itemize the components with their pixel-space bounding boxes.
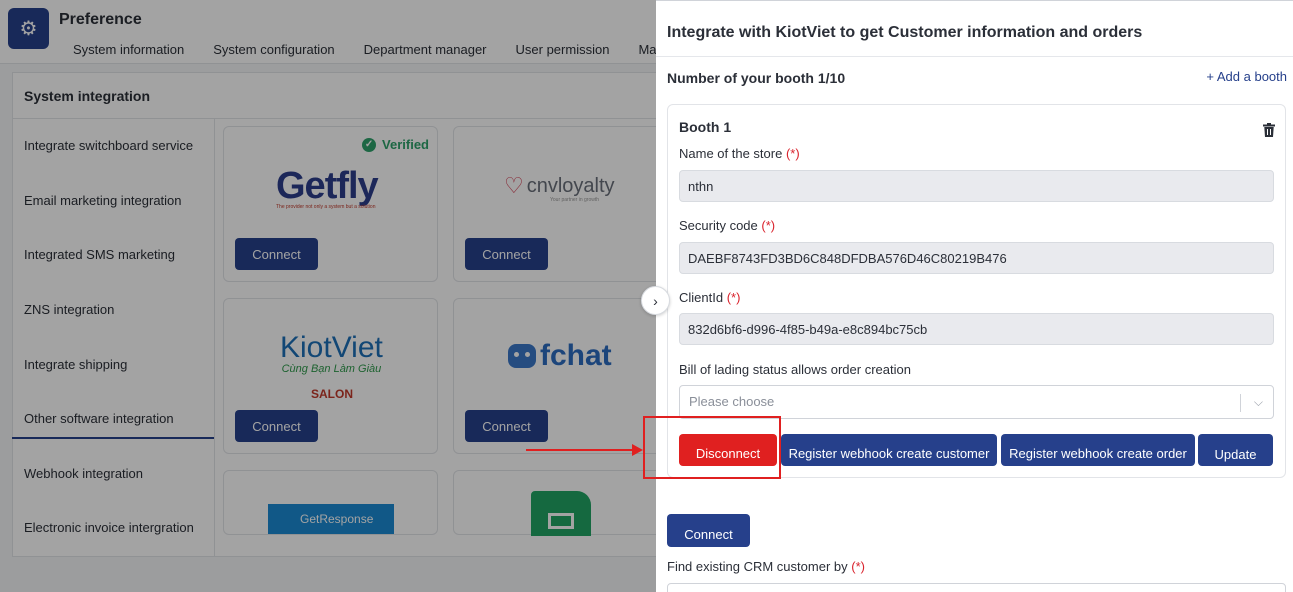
security-code-field[interactable] bbox=[679, 242, 1274, 274]
connect-button[interactable]: Connect bbox=[667, 514, 750, 547]
trash-icon[interactable] bbox=[1263, 123, 1275, 137]
client-id-label: ClientId (*) bbox=[679, 290, 741, 305]
register-webhook-customer-button[interactable]: Register webhook create customer bbox=[781, 434, 997, 466]
bill-status-select[interactable]: Please choose ⌵ bbox=[679, 385, 1274, 419]
chevron-down-icon: ⌵ bbox=[1253, 395, 1263, 409]
panel-title: Integrate with KiotViet to get Customer … bbox=[667, 24, 1143, 41]
modal-backdrop[interactable] bbox=[0, 0, 656, 592]
client-id-field[interactable] bbox=[679, 313, 1274, 345]
find-customer-label: Find existing CRM customer by (*) bbox=[667, 559, 865, 574]
arrow-annotation bbox=[526, 449, 634, 451]
select-placeholder: Please choose bbox=[689, 394, 775, 409]
highlight-annotation bbox=[643, 416, 781, 479]
find-customer-select[interactable] bbox=[667, 583, 1286, 592]
register-webhook-order-button[interactable]: Register webhook create order bbox=[1001, 434, 1195, 466]
update-button[interactable]: Update bbox=[1198, 434, 1273, 466]
chevron-right-icon[interactable]: › bbox=[641, 286, 670, 315]
booth-count: Number of your booth 1/10 bbox=[667, 70, 846, 86]
bill-status-label: Bill of lading status allows order creat… bbox=[679, 362, 911, 377]
divider bbox=[656, 56, 1293, 57]
kiotviet-panel: Integrate with KiotViet to get Customer … bbox=[656, 0, 1293, 592]
store-name-field[interactable] bbox=[679, 170, 1274, 202]
security-code-label: Security code (*) bbox=[679, 218, 776, 233]
add-booth-link[interactable]: + Add a booth bbox=[1206, 69, 1287, 84]
store-name-label: Name of the store (*) bbox=[679, 146, 800, 161]
divider bbox=[1240, 394, 1241, 412]
arrow-head bbox=[632, 444, 643, 456]
booth-title: Booth 1 bbox=[679, 119, 732, 135]
